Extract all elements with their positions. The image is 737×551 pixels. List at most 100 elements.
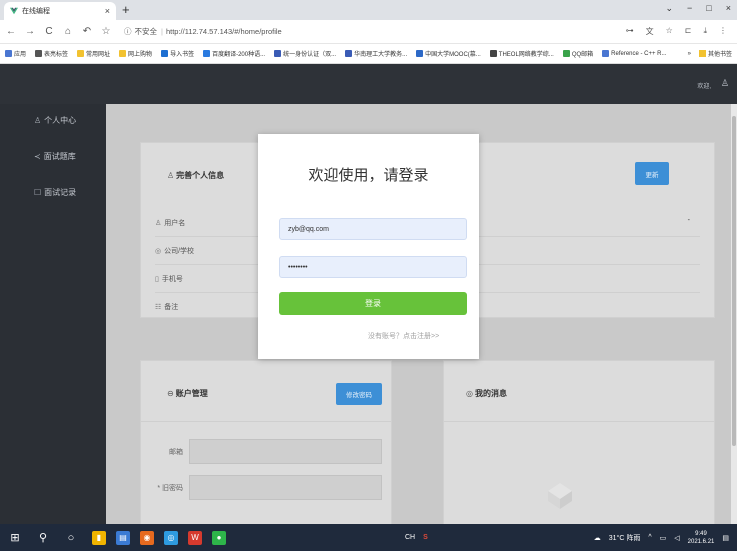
bookmark-icon	[489, 50, 497, 57]
notification-icon[interactable]: ▤	[722, 534, 729, 542]
network-icon[interactable]: ▭	[660, 534, 667, 542]
email-input[interactable]: zyb@qq.com	[279, 218, 467, 240]
login-button[interactable]: 登录	[279, 292, 467, 315]
bookmark-item[interactable]: THEOL网络教学综...	[489, 49, 554, 58]
sidebar-item-question-bank[interactable]: ≺ 面试题库	[34, 151, 76, 162]
bookmark-icon	[203, 50, 211, 57]
ime-indicator[interactable]: CH	[405, 534, 415, 541]
bookmark-icon	[35, 50, 43, 57]
menu-icon[interactable]: ⋮	[719, 26, 727, 37]
other-bookmarks[interactable]: 其他书签	[698, 49, 732, 58]
username-label: ♙ 用户名	[155, 218, 245, 228]
info-icon[interactable]: ⓘ	[124, 26, 132, 37]
bookmark-icon	[602, 50, 610, 57]
bookmarks-more-icon[interactable]: »	[688, 51, 691, 57]
divider	[444, 421, 714, 422]
taskbar: ⊞ ⚲ ○ ▮ ▤ ◉ ◎ W ● CH S ☁ 31°C 阵雨 ^ ▭ ◁ 9:49 2…	[0, 524, 737, 551]
update-button[interactable]: 更新	[635, 162, 669, 185]
taskbar-app-icon[interactable]: ◉	[140, 530, 154, 545]
key-icon[interactable]: ⊶	[626, 26, 634, 37]
empty-inbox-icon	[548, 483, 572, 509]
messages-card-title: ◎ 我的消息	[466, 388, 507, 399]
cortana-icon[interactable]: ○	[64, 532, 78, 544]
back-icon[interactable]: ←	[6, 26, 16, 37]
user-icon[interactable]: ♙	[721, 78, 729, 89]
download-icon[interactable]: ⤓	[703, 26, 707, 37]
bookmark-item[interactable]: 应用	[5, 49, 26, 58]
collections-icon[interactable]: ⊏	[685, 26, 692, 37]
company-label: ◎ 公司/学校	[155, 246, 245, 256]
system-tray: CH S ☁ 31°C 阵雨 ^ ▭ ◁ 9:49 2021.6.21 ▤	[405, 530, 737, 546]
bookmark-star-icon[interactable]: ☆	[101, 26, 111, 37]
bookmark-item[interactable]: 统一身份认证（双...	[274, 49, 336, 58]
maximize-icon[interactable]: □	[706, 3, 711, 14]
bookmark-item[interactable]: 网上购物	[119, 49, 152, 58]
bookmark-item[interactable]: QQ邮箱	[562, 49, 594, 58]
tray-chevron-icon[interactable]: ^	[648, 534, 651, 541]
forward-icon[interactable]: →	[25, 26, 35, 37]
taskbar-app-icon[interactable]: ▮	[92, 530, 106, 545]
bookmark-item[interactable]: 百度翻译-200种语...	[203, 49, 265, 58]
reload-icon[interactable]: C	[44, 26, 54, 37]
minimize-icon[interactable]: −	[687, 3, 692, 14]
weather-text[interactable]: 31°C 阵雨	[609, 533, 641, 543]
bookmark-item[interactable]: Reference - C++ R...	[602, 50, 667, 57]
taskbar-app-icon[interactable]: ◎	[164, 530, 178, 545]
clock-date: 2021.6.21	[687, 538, 715, 545]
clock-time: 9:49	[695, 530, 707, 537]
browser-tab[interactable]: 在线编程 ×	[4, 2, 116, 20]
home-icon[interactable]: ⌂	[63, 26, 73, 37]
tab-title: 在线编程	[22, 8, 50, 15]
sidebar-item-profile[interactable]: ♙ 个人中心	[34, 115, 76, 126]
bookmarks-bar: 应用 表亮标签 常用网址 网上购物 导入书签 百度翻译-200种语... 统一身份认证（双.…	[0, 44, 737, 64]
password-input[interactable]: ••••••••	[279, 256, 467, 278]
vue-logo-icon	[10, 7, 18, 15]
volume-icon[interactable]: ◁	[674, 534, 679, 542]
taskbar-app-icon[interactable]: W	[188, 530, 202, 545]
email-field[interactable]	[189, 439, 382, 464]
tab-search-icon[interactable]: ⌄	[665, 3, 673, 14]
message-icon: ◎	[466, 389, 473, 398]
bookmark-item[interactable]: 华南理工大学教务...	[345, 49, 407, 58]
profile-card-title: ♙ 完善个人信息	[167, 170, 224, 181]
change-password-button[interactable]: 修改密码	[336, 383, 382, 405]
register-link[interactable]: 没有账号？点击注册>>	[368, 331, 439, 341]
close-window-icon[interactable]: ×	[726, 3, 731, 14]
account-card-title-text: 账户管理	[175, 389, 208, 398]
search-icon[interactable]: ⚲	[36, 531, 50, 544]
new-tab-button[interactable]: +	[122, 3, 130, 17]
phone-label: ▯ 手机号	[155, 274, 245, 284]
weather-icon[interactable]: ☁	[594, 534, 601, 542]
antivirus-icon[interactable]: S	[423, 534, 428, 541]
taskbar-app-icon[interactable]: ●	[212, 530, 226, 545]
old-password-label: * 旧密码	[157, 485, 183, 492]
taskbar-app-icon[interactable]: ▤	[116, 530, 130, 545]
bookmark-label: 导入书签	[170, 52, 195, 58]
bookmark-label: 百度翻译-200种语...	[212, 52, 266, 58]
clock[interactable]: 9:49 2021.6.21	[688, 530, 715, 546]
url-text[interactable]: http://112.74.57.143/#/home/profile	[166, 27, 282, 36]
bookmark-label: QQ邮箱	[571, 52, 594, 58]
old-password-field[interactable]	[189, 475, 382, 500]
scrollbar-thumb[interactable]	[732, 116, 736, 446]
translate-icon[interactable]: 文	[646, 26, 654, 37]
login-title: 欢迎使用，请登录	[308, 167, 429, 184]
other-bookmarks-label: 其他书签	[707, 52, 732, 58]
bookmark-label: 统一身份认证（双...	[283, 52, 337, 58]
close-tab-icon[interactable]: ×	[105, 6, 110, 16]
undo-icon[interactable]: ↶	[82, 26, 92, 37]
bookmark-item[interactable]: 常用网址	[77, 49, 110, 58]
star-icon[interactable]: ☆	[666, 26, 673, 37]
sidebar-item-interview-records[interactable]: ☐ 面试记录	[34, 187, 76, 198]
bookmark-label: 中国大学MOOC(慕...	[425, 52, 481, 58]
welcome-text: 欢迎,	[697, 84, 711, 90]
url-field[interactable]: ⓘ 不安全 | http://112.74.57.143/#/home/prof…	[124, 26, 626, 37]
account-card-title: ⊖ 账户管理	[167, 388, 208, 399]
bookmark-item[interactable]: 中国大学MOOC(慕...	[416, 49, 481, 58]
bookmark-item[interactable]: 导入书签	[161, 49, 194, 58]
divider	[141, 421, 391, 422]
windows-start-icon[interactable]: ⊞	[8, 531, 22, 544]
address-bar: ← → C ⌂ ↶ ☆ ⓘ 不安全 | http://112.74.57.143…	[0, 20, 737, 44]
bookmark-item[interactable]: 表亮标签	[35, 49, 68, 58]
company-label-text: 公司/学校	[164, 247, 195, 255]
